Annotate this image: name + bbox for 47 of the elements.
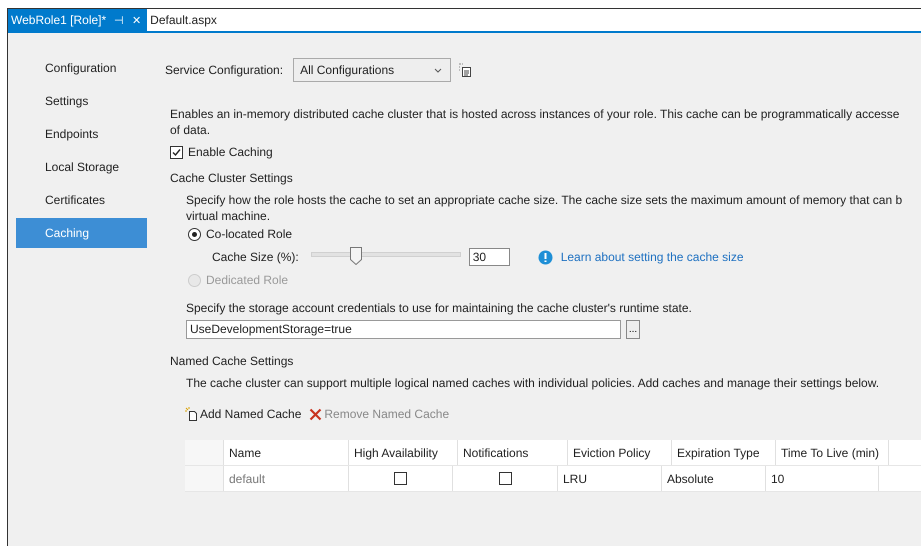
column-header[interactable]: Eviction Policy xyxy=(568,440,672,465)
slider-thumb[interactable] xyxy=(350,247,362,265)
storage-description: Specify the storage account credentials to use for maintaining the cache cluster's runtime state. xyxy=(186,300,693,316)
sidebar-item[interactable]: Local Storage xyxy=(16,156,147,178)
checkbox-label: Enable Caching xyxy=(188,145,273,159)
high-availability-checkbox[interactable] xyxy=(394,472,407,485)
add-named-cache-button[interactable]: Add Named Cache xyxy=(185,407,302,421)
caret-icon xyxy=(434,68,442,72)
document-icon[interactable] xyxy=(458,63,472,77)
radio-label: Dedicated Role xyxy=(206,273,288,287)
configuration-dropdown[interactable]: All Configurations xyxy=(293,58,452,82)
radio-label: Co-located Role xyxy=(206,227,292,241)
named-cache-description: The cache cluster can support multiple logical named caches with individual policies. Add caches and manage their settings below. xyxy=(186,375,880,391)
table-cell[interactable]: 10 xyxy=(766,466,879,491)
section-heading: Cache Cluster Settings xyxy=(170,170,294,187)
sidebar-item[interactable]: Settings xyxy=(16,90,147,112)
sidebar-item[interactable]: Certificates xyxy=(16,189,147,211)
browse-button[interactable]: ... xyxy=(626,320,640,339)
column-header[interactable]: Time To Live (min) xyxy=(776,440,889,465)
column-header[interactable]: Notifications xyxy=(458,440,568,465)
radio-button[interactable] xyxy=(188,228,201,240)
close-icon[interactable]: ✕ xyxy=(132,14,142,26)
table-cell[interactable]: LRU xyxy=(558,466,662,491)
learn-link[interactable]: Learn about setting the cache size xyxy=(560,250,744,264)
cache-size-label: Cache Size (%): xyxy=(212,250,299,264)
section-heading: Named Cache Settings xyxy=(170,353,294,370)
x-icon xyxy=(309,408,322,420)
pin-icon[interactable]: ⊣ xyxy=(114,14,124,26)
service-configuration-label: Service Configuration: xyxy=(165,63,284,77)
column-header[interactable]: Name xyxy=(224,440,349,465)
column-header[interactable]: Expiration Type xyxy=(672,440,776,465)
sidebar-item[interactable]: Configuration xyxy=(16,57,147,79)
caching-description: Enables an in-memory distributed cache cluster that is hosted across instances of your role. This cache can be programmatically accesse of data. xyxy=(170,106,900,138)
document-tab[interactable]: Default.aspx xyxy=(147,9,223,31)
notifications-checkbox[interactable] xyxy=(498,472,512,485)
storage-connection-field[interactable]: UseDevelopmentStorage=true xyxy=(186,320,621,339)
cache-size-field[interactable]: 30 xyxy=(468,248,510,266)
cache-size-slider[interactable] xyxy=(310,247,461,267)
table-cell[interactable]: default xyxy=(224,466,349,491)
info-icon xyxy=(538,250,553,264)
new-document-icon xyxy=(185,407,198,421)
table-cell[interactable]: Absolute xyxy=(662,466,766,491)
enable-caching-checkbox[interactable] xyxy=(170,146,183,158)
cache-size-description: Specify how the role hosts the cache to set an appropriate cache size. The cache size sets the maximum amount of memory that can b virtual machine. xyxy=(186,192,904,224)
column-header[interactable]: High Availability xyxy=(349,440,458,465)
document-tab[interactable]: WebRole1 [Role]* ⊣ ✕ xyxy=(8,9,148,31)
sidebar-item[interactable]: Endpoints xyxy=(16,123,147,145)
